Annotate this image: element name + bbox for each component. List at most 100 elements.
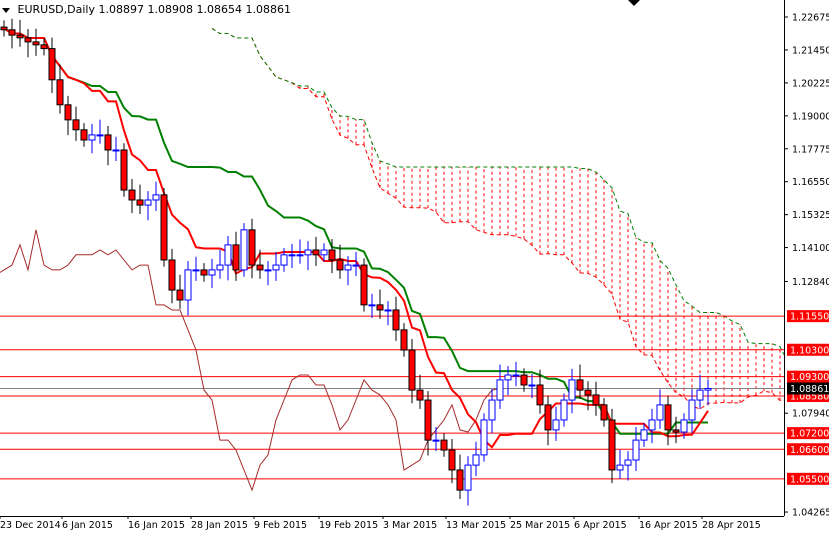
candle-body: [200, 269, 208, 276]
candle-body: [624, 459, 632, 466]
candle-body: [304, 249, 312, 256]
time-tick-label: 16 Jan 2015: [128, 520, 185, 531]
ohlc-low: 1.08654: [196, 3, 242, 16]
candle-body: [464, 464, 472, 491]
candle-body: [264, 269, 272, 272]
candle-body: [104, 134, 112, 151]
candle-body: [24, 37, 32, 43]
candle-body: [144, 199, 152, 206]
candle-body: [520, 374, 528, 386]
candle-body: [336, 259, 344, 271]
candle-body: [456, 469, 464, 491]
candle: [392, 296, 400, 341]
candle-body: [616, 464, 624, 471]
price-tick-label: 1.12840: [792, 277, 829, 288]
candle: [48, 37, 56, 93]
candle: [376, 289, 384, 319]
candle: [32, 28, 40, 56]
price-tick-label: 1.16550: [792, 177, 829, 188]
candle-body: [376, 304, 384, 311]
candle-body: [584, 389, 592, 396]
candle: [648, 408, 656, 444]
candle: [136, 184, 144, 214]
candle: [384, 301, 392, 326]
candle-body: [160, 194, 168, 261]
candle: [704, 379, 712, 406]
candle: [120, 143, 128, 197]
candle-body: [312, 249, 320, 256]
candle-body: [168, 259, 176, 291]
price-tick-label: 1.20225: [792, 78, 829, 89]
candle: [216, 249, 224, 279]
ohlc-close: 1.08861: [245, 3, 291, 16]
candle-body: [352, 264, 360, 267]
candle-body: [88, 134, 96, 141]
candle-body: [600, 404, 608, 421]
plot-area: [0, 18, 784, 506]
candle: [56, 64, 64, 114]
time-tick-label: 16 Apr 2015: [639, 520, 698, 531]
candle-body: [528, 384, 536, 387]
candle: [192, 256, 200, 281]
candle-body: [208, 269, 216, 276]
price-tick-label: 1.17775: [792, 144, 829, 155]
candle-body: [320, 249, 328, 256]
candle: [608, 408, 616, 484]
candle: [432, 426, 440, 452]
candle: [552, 406, 560, 441]
kijun-sen-line: [3, 27, 708, 435]
candle-body: [344, 264, 352, 271]
time-tick-label: 28 Apr 2015: [702, 520, 761, 531]
candle-body: [136, 199, 144, 206]
candle-body: [664, 404, 672, 431]
candle: [152, 181, 160, 212]
candle: [264, 261, 272, 286]
candle: [416, 374, 424, 409]
candle-body: [80, 129, 88, 141]
current-price-label: 1.08861: [790, 384, 829, 395]
candle-body: [176, 289, 184, 301]
candle-body: [32, 41, 40, 46]
candle: [8, 18, 16, 49]
time-tick-label: 3 Mar 2015: [383, 520, 437, 531]
candle-body: [368, 304, 376, 307]
candle: [24, 28, 32, 58]
candle: [400, 323, 408, 357]
price-tick-label: 1.04265: [792, 508, 829, 519]
candle-body: [128, 189, 136, 201]
candle-body: [696, 389, 704, 401]
candle-body: [192, 269, 200, 272]
candle-body: [152, 194, 160, 201]
candle: [112, 136, 120, 161]
candle: [448, 439, 456, 484]
candle-body: [648, 419, 656, 431]
candle-body: [544, 404, 552, 431]
price-chart[interactable]: 1.22675 1.21450 1.20225 1.19000 1.17775 1.165…: [0, 0, 829, 533]
candle-body: [288, 254, 296, 257]
candle-body: [576, 379, 584, 391]
candle-body: [384, 309, 392, 312]
candle: [600, 398, 608, 427]
candle-body: [240, 229, 248, 271]
candle: [72, 106, 80, 141]
level-label: 1.09300: [790, 372, 829, 383]
candle: [304, 241, 312, 271]
candle-body: [448, 449, 456, 471]
candle: [472, 441, 480, 477]
candle: [592, 381, 600, 416]
candle-body: [480, 419, 488, 456]
candle: [544, 396, 552, 446]
candle: [408, 339, 416, 404]
candle: [288, 243, 296, 269]
candle-body: [296, 254, 304, 257]
candle: [624, 451, 632, 481]
candle: [88, 123, 96, 154]
candle: [128, 179, 136, 214]
candle-body: [536, 384, 544, 406]
candle: [0, 20, 8, 37]
candle-body: [440, 439, 448, 451]
time-tick-label: 9 Feb 2015: [254, 520, 307, 531]
candle: [440, 433, 448, 457]
dropdown-arrow-icon[interactable]: [2, 7, 10, 13]
candle-body: [408, 349, 416, 391]
